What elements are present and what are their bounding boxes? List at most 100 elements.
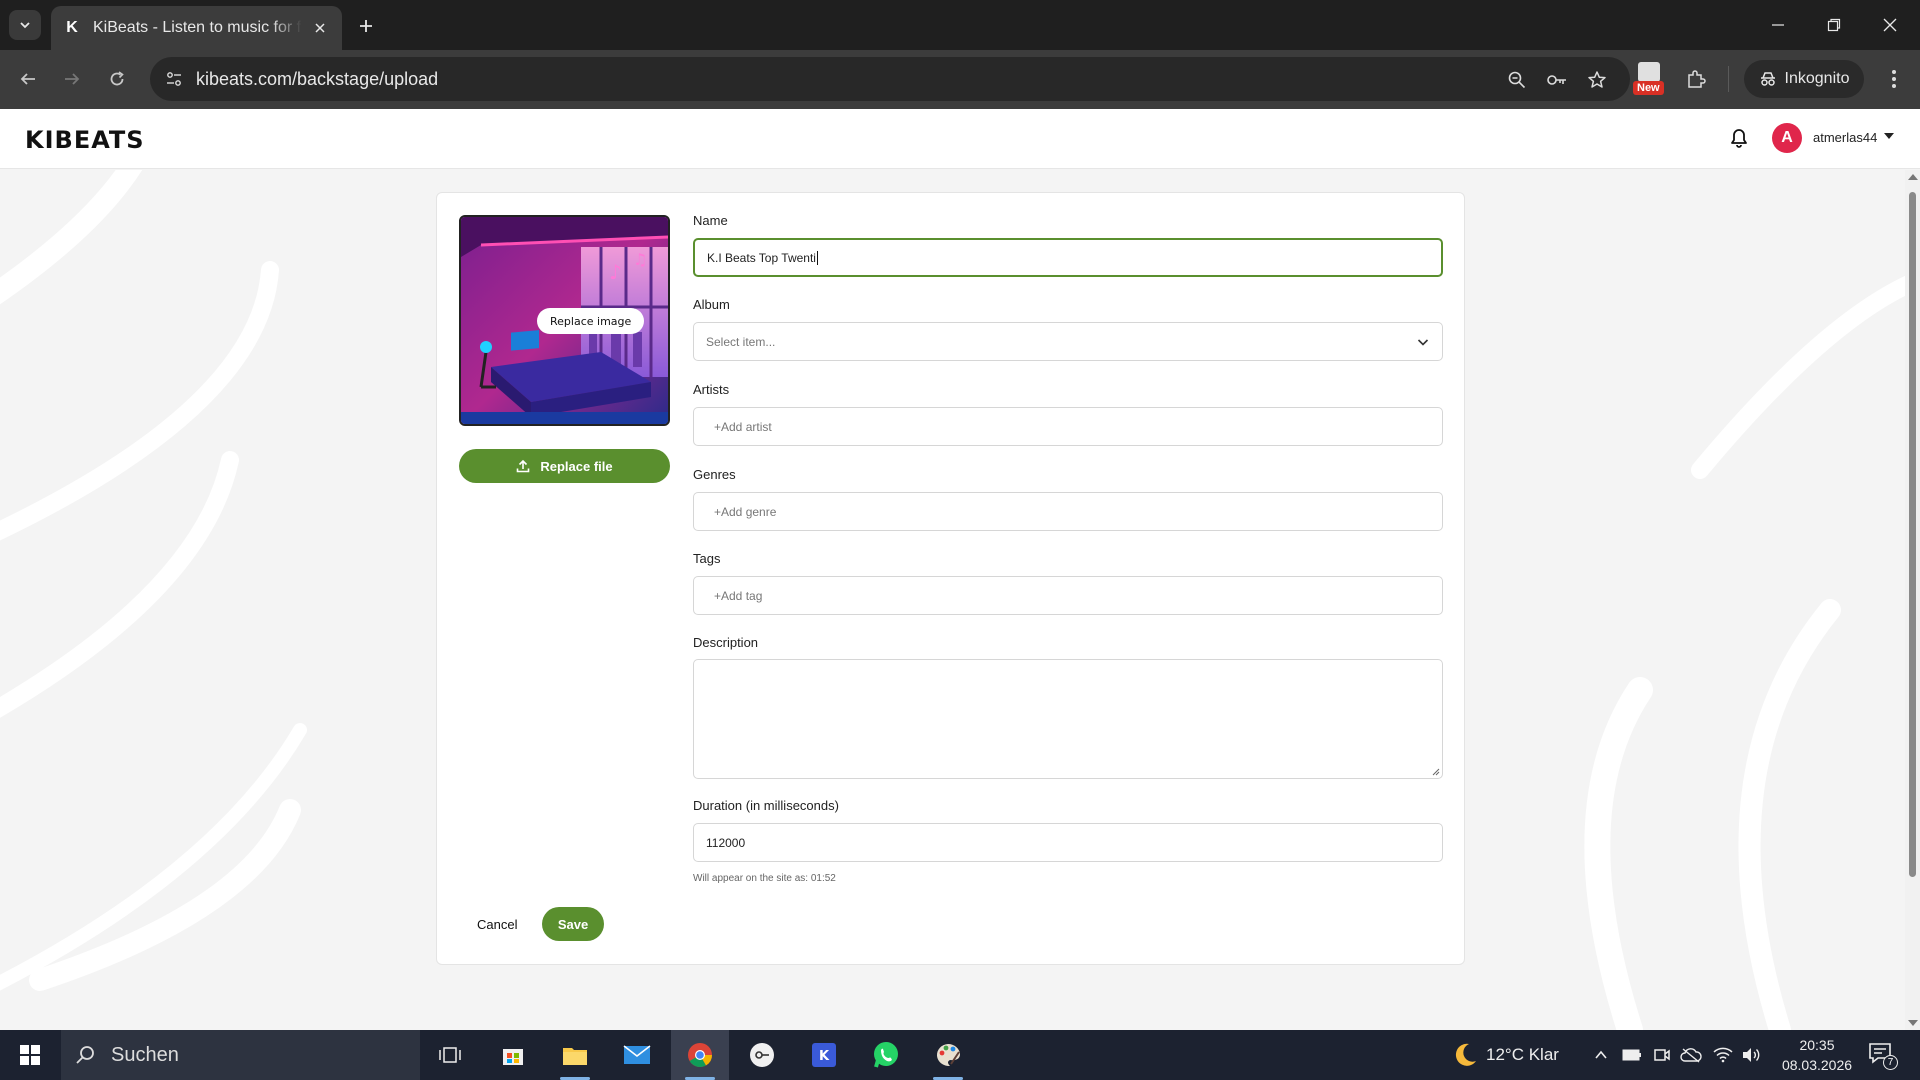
meet-now-icon[interactable] [1651, 1044, 1673, 1066]
close-tab-icon[interactable] [310, 18, 330, 38]
artists-input[interactable]: +Add artist [693, 407, 1443, 446]
incognito-button[interactable]: Inkognito [1744, 60, 1864, 98]
minimize-icon [1772, 24, 1784, 26]
artists-label: Artists [693, 382, 730, 397]
whatsapp-icon [874, 1042, 898, 1068]
kibeats-app-icon: K [812, 1043, 836, 1067]
add-tag-placeholder: +Add tag [714, 588, 763, 603]
mail-button[interactable] [608, 1030, 666, 1080]
reload-button[interactable] [101, 63, 133, 95]
caret-down-icon[interactable] [1884, 133, 1894, 139]
puzzle-icon [1688, 70, 1706, 88]
file-explorer-button[interactable] [546, 1030, 604, 1080]
password-app-button[interactable] [733, 1030, 791, 1080]
paint-palette-icon [936, 1043, 960, 1067]
new-tab-button[interactable] [352, 12, 380, 40]
tab-search-button[interactable] [9, 10, 41, 40]
system-clock[interactable]: 20:35 08.03.2026 [1772, 1035, 1862, 1075]
album-select[interactable]: Select item... [693, 322, 1443, 361]
address-bar[interactable]: kibeats.com/backstage/upload [150, 57, 1630, 101]
browser-tab-active[interactable]: K KiBeats - Listen to music for free [51, 6, 342, 50]
replace-file-button[interactable]: Replace file [459, 449, 670, 483]
text-cursor [816, 250, 818, 265]
scrollbar-thumb[interactable] [1909, 192, 1916, 877]
kibeats-favicon-icon: K [66, 19, 78, 36]
duration-hint: Will appear on the site as: 01:52 [693, 873, 836, 884]
more-vertical-icon [1892, 70, 1896, 88]
scroll-down-arrow-icon[interactable] [1908, 1020, 1918, 1026]
volume-icon[interactable] [1740, 1044, 1762, 1066]
album-placeholder: Select item... [706, 334, 776, 349]
password-key-icon[interactable] [1546, 69, 1568, 91]
notification-count: 7 [1883, 1055, 1898, 1070]
notification-center-button[interactable]: 7 [1868, 1042, 1898, 1070]
user-avatar[interactable]: A [1772, 123, 1802, 153]
toolbar-separator [1728, 66, 1729, 92]
close-window-button[interactable] [1862, 0, 1918, 50]
restore-window-button[interactable] [1806, 0, 1862, 50]
resize-grip-icon[interactable] [1430, 766, 1440, 776]
scroll-up-arrow-icon[interactable] [1908, 174, 1918, 180]
chrome-icon [688, 1043, 712, 1068]
show-hidden-icons-chevron-up-icon[interactable] [1590, 1044, 1612, 1066]
kibeats-logo[interactable]: KIBEATS [25, 126, 145, 154]
microsoft-store-button[interactable] [484, 1030, 542, 1080]
name-input[interactable]: K.I Beats Top Twenti [693, 238, 1443, 277]
search-icon [76, 1046, 94, 1064]
url-text: kibeats.com/backstage/upload [196, 69, 439, 89]
duration-value: 112000 [706, 835, 746, 850]
key-app-icon [750, 1043, 774, 1067]
whatsapp-button[interactable] [857, 1030, 915, 1080]
upload-icon [517, 459, 530, 473]
cloud-offline-icon[interactable] [1680, 1044, 1702, 1066]
chrome-button[interactable] [671, 1030, 729, 1080]
browser-menu-button[interactable] [1878, 63, 1910, 95]
cancel-button[interactable]: Cancel [477, 917, 517, 932]
zoom-icon[interactable] [1506, 69, 1528, 91]
page-scrollbar[interactable] [1905, 170, 1920, 1030]
mail-icon [623, 1045, 651, 1064]
extension-new-button[interactable]: New [1633, 60, 1667, 96]
browser-tab-bar: K KiBeats - Listen to music for free [0, 0, 1920, 50]
add-artist-placeholder: +Add artist [714, 419, 772, 434]
extensions-button[interactable] [1680, 63, 1712, 95]
save-button[interactable]: Save [542, 907, 604, 941]
windows-logo-icon [20, 1045, 40, 1065]
replace-file-label: Replace file [540, 458, 613, 474]
clock-time: 20:35 [1799, 1037, 1835, 1053]
tags-label: Tags [693, 551, 721, 566]
paint-app-button[interactable] [919, 1030, 977, 1080]
task-view-icon [439, 1047, 461, 1063]
chevron-down-icon [1417, 339, 1429, 346]
taskbar-search[interactable]: Suchen [61, 1030, 420, 1080]
description-label: Description [693, 635, 759, 650]
username[interactable]: atmerlas44 [1813, 130, 1877, 145]
description-textarea[interactable] [693, 659, 1443, 779]
bookmark-star-icon[interactable] [1586, 69, 1608, 91]
forward-button[interactable] [56, 63, 88, 95]
duration-input[interactable]: 112000 [693, 823, 1443, 862]
add-genre-placeholder: +Add genre [714, 504, 777, 519]
reload-icon [110, 71, 124, 86]
kibeats-app-button[interactable]: K [795, 1030, 853, 1080]
cover-image: ♪ ♫ Replace image [459, 215, 670, 426]
back-button[interactable] [12, 63, 44, 95]
extension-icon [1638, 62, 1660, 82]
clock-date: 08.03.2026 [1781, 1057, 1853, 1073]
arrow-right-icon [65, 73, 80, 85]
wifi-icon[interactable] [1712, 1044, 1734, 1066]
minimize-window-button[interactable] [1750, 0, 1806, 50]
replace-image-button[interactable]: Replace image [537, 308, 645, 334]
tags-input[interactable]: +Add tag [693, 576, 1443, 615]
site-info-icon[interactable] [160, 65, 188, 93]
svg-text:♪: ♪ [609, 260, 622, 284]
weather-text[interactable]: 12°C Klar [1486, 1045, 1559, 1065]
start-button[interactable] [0, 1030, 60, 1080]
notifications-bell-icon[interactable] [1727, 126, 1751, 150]
genres-input[interactable]: +Add genre [693, 492, 1443, 531]
task-view-button[interactable] [421, 1030, 479, 1080]
chevron-down-icon [20, 22, 30, 29]
browser-toolbar: kibeats.com/backstage/upload New Inkogni… [0, 50, 1920, 109]
duration-label: Duration (in milliseconds) [693, 798, 839, 813]
battery-icon[interactable] [1621, 1044, 1643, 1066]
